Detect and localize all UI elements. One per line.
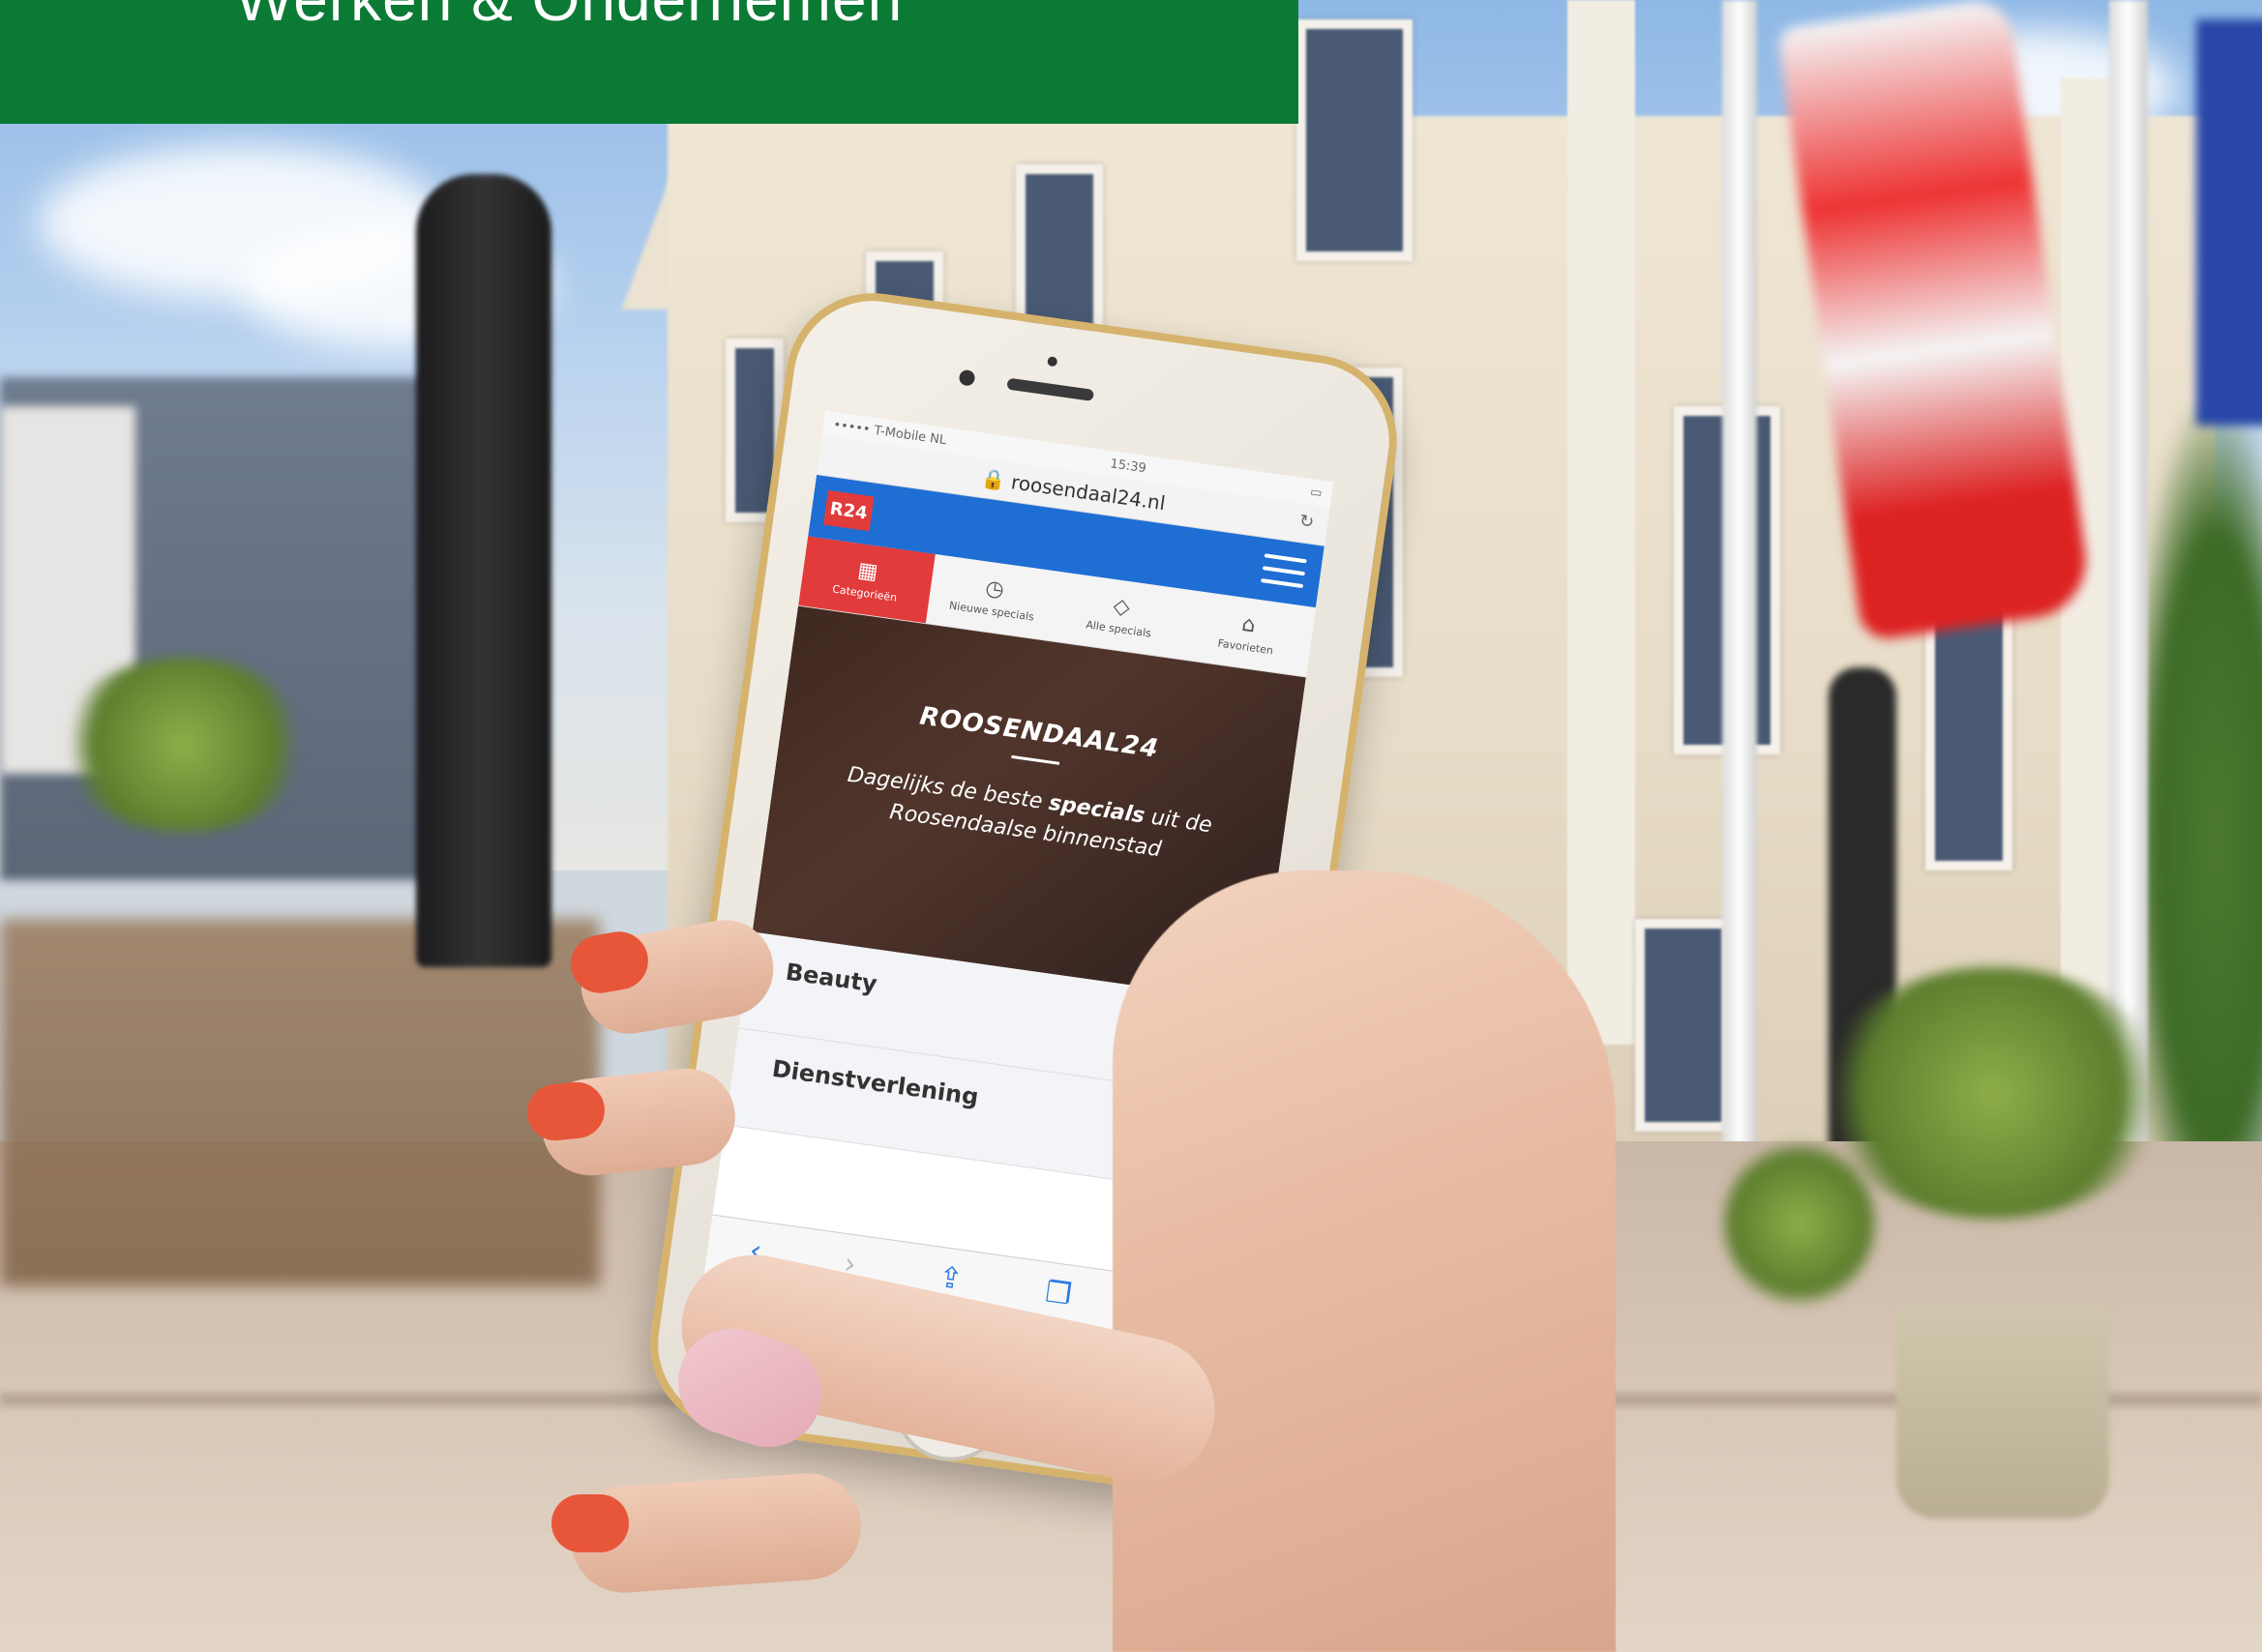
clock-icon: ◷ — [983, 575, 1006, 603]
building-window — [1925, 600, 2012, 870]
planter — [1896, 1306, 2109, 1519]
reload-icon[interactable]: ↻ — [1298, 511, 1316, 533]
site-logo[interactable]: R24 — [822, 489, 875, 532]
hand — [1113, 870, 1616, 1652]
front-camera — [958, 369, 976, 387]
header-banner: Werken & Ondernemen — [0, 0, 1298, 124]
list-item-label: Beauty — [784, 958, 879, 998]
tab-label: Nieuwe specials — [948, 598, 1035, 624]
share-icon[interactable]: ⇪ — [937, 1259, 966, 1296]
closed-parasol — [416, 174, 551, 967]
terrace-furniture — [0, 919, 600, 1286]
tag-icon: ◇ — [1112, 593, 1132, 620]
photo-scene: ••••• T-Mobile NL 15:39 ▭ 🔒 roosendaal24… — [0, 0, 2262, 1652]
bag-icon: ⌂ — [1239, 611, 1258, 638]
building-window — [1296, 19, 1413, 261]
tab-label: Favorieten — [1216, 635, 1274, 657]
flag — [2196, 19, 2262, 426]
list-item-label: Dienstverlening — [770, 1054, 981, 1111]
grid-icon: ▦ — [855, 557, 880, 585]
earpiece-speaker — [1006, 377, 1095, 401]
fingernail — [551, 1494, 629, 1552]
lock-icon: 🔒 — [979, 465, 1014, 493]
sensor — [1047, 356, 1058, 368]
page-title: Werken & Ondernemen — [235, 0, 903, 35]
palm-plant — [58, 658, 310, 832]
menu-icon[interactable] — [1261, 553, 1307, 592]
building-window — [1635, 919, 1732, 1132]
building-pillar — [1567, 0, 1635, 1045]
bookmarks-icon[interactable]: ❐ — [1043, 1275, 1074, 1312]
status-time: 15:39 — [1109, 456, 1147, 476]
battery-icon: ▭ — [1309, 484, 1324, 501]
tab-label: Alle specials — [1085, 617, 1152, 640]
plant — [1722, 1141, 1877, 1306]
palm-plant — [1819, 967, 2167, 1219]
tab-label: Categorieën — [831, 582, 899, 605]
flagpole — [1722, 0, 1757, 1335]
